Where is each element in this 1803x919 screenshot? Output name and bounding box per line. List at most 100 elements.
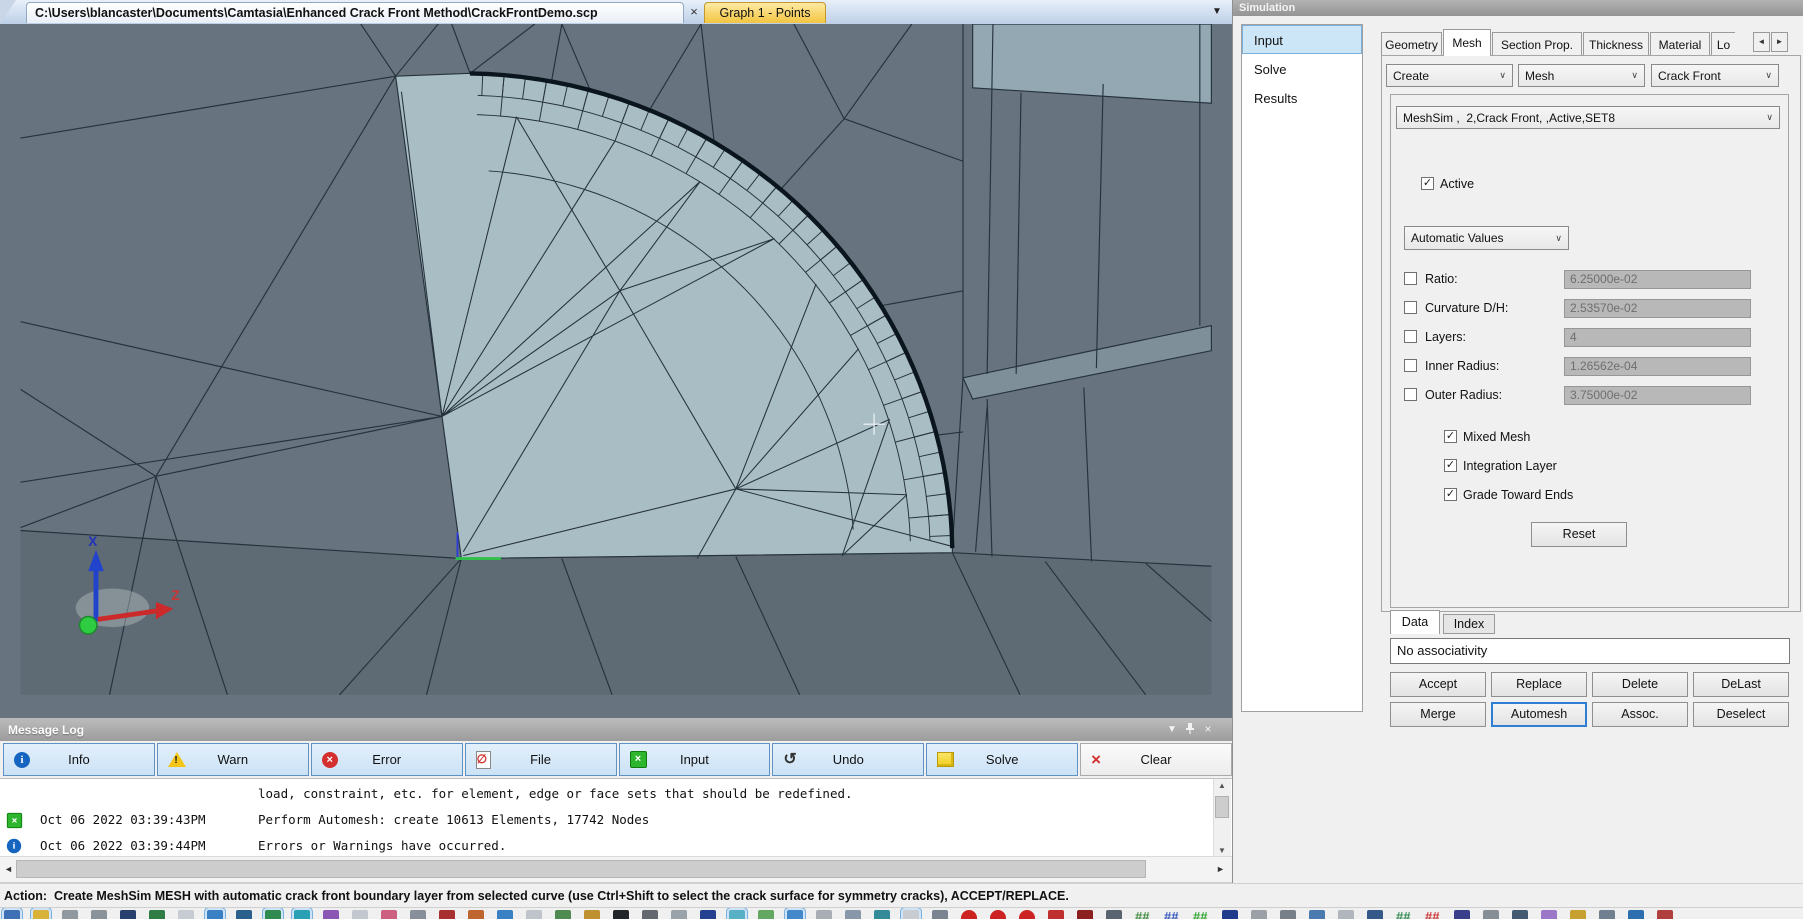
toolbar-icon[interactable] [178,910,194,919]
info-button[interactable]: i Info [3,743,155,776]
tab-geometry[interactable]: Geometry [1381,32,1442,56]
ratio-field[interactable]: 6.25000e-02 [1564,270,1751,289]
toolbar-icon[interactable] [1106,910,1122,919]
input-button[interactable]: × Input [619,743,771,776]
pin-icon[interactable] [1182,722,1198,737]
toolbar-icon[interactable] [1048,910,1064,919]
reset-button[interactable]: Reset [1531,522,1627,547]
toolbar-icon[interactable] [1454,910,1470,919]
toolbar-icon[interactable] [1280,910,1296,919]
toolbar-icon[interactable] [323,910,339,919]
toolbar-icon[interactable] [33,910,49,919]
grade-toward-ends-checkbox[interactable]: ✓ [1444,488,1457,501]
tab-data[interactable]: Data [1390,610,1440,634]
toolbar-icon[interactable] [1338,910,1354,919]
log-scroll-thumb[interactable] [1215,796,1229,818]
ratio-checkbox[interactable] [1404,272,1417,285]
inner-radius-field[interactable]: 1.26562e-04 [1564,357,1751,376]
toolbar-icon[interactable] [410,910,426,919]
toolbar-icon[interactable]: ## [1135,910,1151,919]
viewport-3d[interactable]: X Z [0,24,1232,718]
toolbar-icon[interactable] [845,910,861,919]
toolbar-icon[interactable]: ## [1425,910,1441,919]
toolbar-icon[interactable] [91,910,107,919]
assoc-button[interactable]: Assoc. [1592,702,1688,727]
toolbar-icon[interactable] [149,910,165,919]
toolbar-icon[interactable] [439,910,455,919]
toolbar-icon[interactable] [352,910,368,919]
deselect-button[interactable]: Deselect [1693,702,1789,727]
toolbar-icon[interactable] [207,910,223,919]
toolbar-icon[interactable] [874,910,890,919]
accept-button[interactable]: Accept [1390,672,1486,697]
integration-layer-checkbox[interactable]: ✓ [1444,459,1457,472]
toolbar-icon[interactable] [381,910,397,919]
delete-button[interactable]: Delete [1592,672,1688,697]
meshsim-selection-select[interactable]: MeshSim , 2,Crack Front, ,Active,SET8 ∨ [1396,106,1780,129]
nav-item-solve[interactable]: Solve [1242,54,1362,83]
scroll-left-icon[interactable]: ◄ [4,864,13,874]
tab-scroll-left-icon[interactable]: ◄ [1753,32,1770,52]
toolbar-icon[interactable] [816,910,832,919]
toolbar-icon[interactable] [671,910,687,919]
tab-index[interactable]: Index [1443,614,1495,634]
outer-radius-field[interactable]: 3.75000e-02 [1564,386,1751,405]
toolbar-icon[interactable] [62,910,78,919]
toolbar-icon[interactable] [903,910,919,919]
associativity-field[interactable]: No associativity [1390,638,1790,664]
toolbar-icon[interactable] [1657,910,1673,919]
toolbar-icon[interactable] [1251,910,1267,919]
clear-button[interactable]: × Clear [1080,743,1232,776]
toolbar-icon[interactable] [265,910,281,919]
toolbar-icon[interactable] [787,910,803,919]
tab-material[interactable]: Material [1650,32,1710,56]
toolbar-icon[interactable] [120,910,136,919]
toolbar-icon[interactable] [729,910,745,919]
toolbar-icon[interactable] [613,910,629,919]
tab-graph-points[interactable]: Graph 1 - Points [704,2,826,23]
toolbar-icon[interactable] [700,910,716,919]
toolbar-icon[interactable] [468,910,484,919]
tab-thickness[interactable]: Thickness [1583,32,1649,56]
toolbar-icon[interactable] [497,910,513,919]
automesh-button[interactable]: Automesh [1491,702,1587,727]
inner-radius-checkbox[interactable] [1404,359,1417,372]
message-log-titlebar[interactable]: Message Log [0,718,1232,741]
undo-button[interactable]: ↺ Undo [772,743,924,776]
toolbar-icon[interactable] [990,910,1006,919]
toolbar-icon[interactable] [4,910,20,919]
mixed-mesh-checkbox[interactable]: ✓ [1444,430,1457,443]
delast-button[interactable]: DeLast [1693,672,1789,697]
merge-button[interactable]: Merge [1390,702,1486,727]
values-mode-select[interactable]: Automatic Values ∨ [1404,226,1569,250]
toolbar-icon[interactable] [236,910,252,919]
toolbar-icon[interactable] [294,910,310,919]
error-button[interactable]: × Error [311,743,463,776]
close-tab-icon[interactable]: × [686,3,702,21]
toolbar-icon[interactable] [1483,910,1499,919]
toolbar-icon[interactable] [1367,910,1383,919]
simulation-panel-titlebar[interactable]: Simulation [1233,0,1803,16]
tab-mesh[interactable]: Mesh [1443,29,1491,56]
nav-item-results[interactable]: Results [1242,83,1362,112]
toolbar-icon[interactable] [961,910,977,919]
toolbar-icon[interactable] [584,910,600,919]
outer-radius-checkbox[interactable] [1404,388,1417,401]
mode-select[interactable]: Create ∨ [1386,64,1513,87]
toolbar-icon[interactable] [1309,910,1325,919]
curvature-checkbox[interactable] [1404,301,1417,314]
layers-checkbox[interactable] [1404,330,1417,343]
tab-section-prop[interactable]: Section Prop. [1492,32,1582,56]
toolbar-icon[interactable] [526,910,542,919]
toolbar-icon[interactable] [1512,910,1528,919]
tab-file-path[interactable]: C:\Users\blancaster\Documents\Camtasia\E… [26,2,684,23]
toolbar-icon[interactable] [1570,910,1586,919]
toolbar-icon[interactable]: ## [1164,910,1180,919]
solve-button[interactable]: Solve [926,743,1078,776]
toolbar-icon[interactable] [1541,910,1557,919]
tab-list-dropdown-icon[interactable]: ▼ [1212,6,1222,17]
toolbar-icon[interactable] [758,910,774,919]
file-button[interactable]: ∅ File [465,743,617,776]
curvature-field[interactable]: 2.53570e-02 [1564,299,1751,318]
toolbar-icon[interactable] [1599,910,1615,919]
